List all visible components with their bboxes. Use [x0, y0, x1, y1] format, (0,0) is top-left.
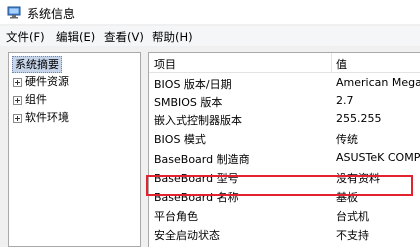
- table-row[interactable]: BIOS 版本/日期 American Mega: [149, 74, 420, 91]
- expand-plus-icon[interactable]: [13, 114, 22, 123]
- table-row[interactable]: BaseBoard 制造商 ASUSTeK COMP: [149, 149, 420, 166]
- menu-file[interactable]: 文件(F): [6, 29, 45, 45]
- table-row[interactable]: BIOS 模式 传统: [149, 129, 420, 146]
- table-row[interactable]: BaseBoard 名称 基板: [149, 187, 420, 204]
- table-row[interactable]: BaseBoard 型号 没有资料: [149, 168, 420, 185]
- menu-bar: 文件(F) 编辑(E) 查看(V) 帮助(H): [0, 26, 420, 46]
- menu-edit[interactable]: 编辑(E): [56, 29, 95, 45]
- column-divider[interactable]: [331, 53, 332, 72]
- column-header-item[interactable]: 项目: [154, 56, 176, 72]
- cell-item: BaseBoard 型号: [154, 172, 239, 185]
- content-area: 系统摘要 硬件资源 组件 软件环境 项目 值 BIOS 版本/日期 Americ…: [0, 48, 420, 247]
- details-list: 项目 值 BIOS 版本/日期 American Mega SMBIOS 版本 …: [148, 52, 420, 247]
- cell-value: 没有资料: [336, 172, 380, 185]
- cell-item: BIOS 版本/日期: [154, 78, 232, 91]
- list-header: 项目 值: [149, 53, 420, 73]
- cell-item: BaseBoard 制造商: [154, 153, 250, 166]
- title-bar: 系统信息: [0, 0, 420, 24]
- menu-view[interactable]: 查看(V): [104, 29, 144, 45]
- cell-value: American Mega: [336, 76, 420, 89]
- window-title: 系统信息: [27, 7, 76, 21]
- table-row[interactable]: 嵌入式控制器版本 255.255: [149, 110, 420, 127]
- expand-plus-icon[interactable]: [13, 96, 22, 105]
- cell-value: 台式机: [336, 210, 369, 223]
- cell-value: 传统: [336, 133, 358, 146]
- cell-value: 不支持: [336, 229, 369, 242]
- cell-value: 2.7: [336, 94, 354, 107]
- menu-help[interactable]: 帮助(H): [152, 29, 193, 45]
- cell-item: SMBIOS 版本: [154, 96, 223, 109]
- expand-plus-icon[interactable]: [13, 78, 22, 87]
- cell-item: 嵌入式控制器版本: [154, 114, 242, 127]
- cell-item: 平台角色: [154, 210, 198, 223]
- cell-value: ASUSTeK COMP: [336, 151, 420, 164]
- table-row[interactable]: SMBIOS 版本 2.7: [149, 92, 420, 109]
- table-row[interactable]: 安全启动状态 不支持: [149, 225, 420, 242]
- category-tree: 系统摘要 硬件资源 组件 软件环境: [8, 52, 141, 247]
- cell-value: 基板: [336, 191, 358, 204]
- cell-item: BaseBoard 名称: [154, 191, 239, 204]
- cell-item: BIOS 模式: [154, 133, 206, 146]
- cell-value: 255.255: [336, 112, 382, 125]
- tree-item-system-summary[interactable]: 系统摘要: [12, 56, 62, 73]
- column-header-value[interactable]: 值: [336, 56, 347, 72]
- system-info-icon: [7, 6, 21, 19]
- cell-item: 安全启动状态: [154, 229, 220, 242]
- table-row[interactable]: 平台角色 台式机: [149, 206, 420, 223]
